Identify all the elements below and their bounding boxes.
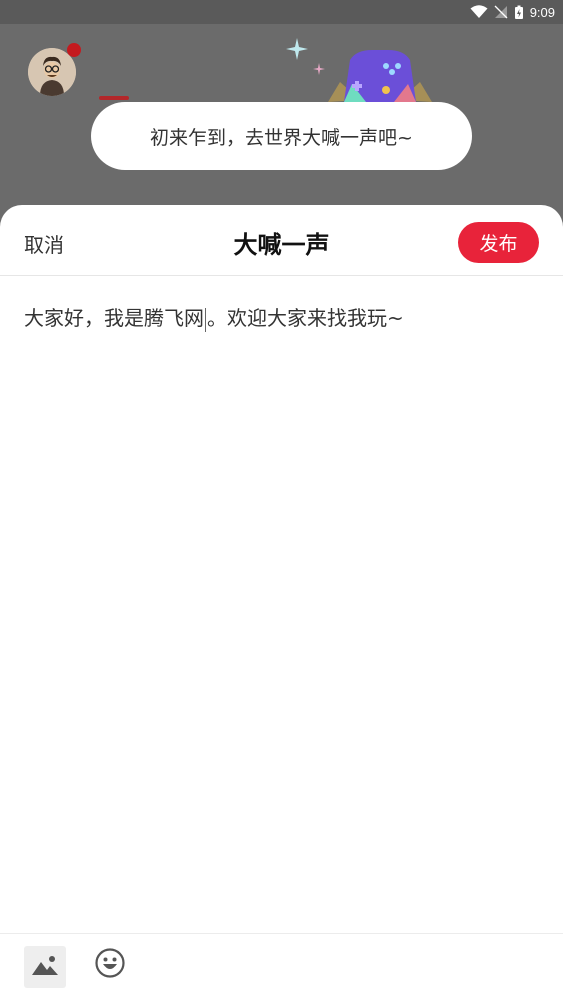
image-icon bbox=[31, 953, 59, 981]
hint-tooltip: 初来乍到，去世界大喊一声吧~ bbox=[91, 102, 472, 170]
notification-dot bbox=[67, 43, 81, 57]
content-text-after: 。欢迎大家来找我玩~ bbox=[207, 306, 404, 330]
wifi-icon bbox=[470, 5, 488, 19]
battery-charging-icon bbox=[514, 5, 524, 20]
no-signal-icon bbox=[494, 5, 508, 19]
post-content-input[interactable]: 大家好，我是腾飞网 。欢迎大家来找我玩~ bbox=[24, 303, 539, 333]
gamepad-icon bbox=[320, 42, 440, 110]
add-emoji-button[interactable] bbox=[93, 948, 127, 982]
status-icons: 9:09 bbox=[470, 0, 555, 24]
hint-tooltip-text: 初来乍到，去世界大喊一声吧~ bbox=[150, 126, 413, 149]
publish-button[interactable]: 发布 bbox=[458, 222, 539, 263]
status-bar: 9:09 bbox=[0, 0, 563, 24]
sheet-header: 取消 大喊一声 发布 bbox=[0, 205, 563, 276]
text-cursor bbox=[205, 307, 206, 332]
status-time: 9:09 bbox=[529, 4, 555, 20]
tab-indicator bbox=[99, 96, 129, 100]
sparkle-icon bbox=[286, 38, 308, 64]
compose-toolbar bbox=[0, 933, 563, 1001]
add-image-button[interactable] bbox=[24, 946, 66, 988]
post-sheet: 取消 大喊一声 发布 大家好，我是腾飞网 。欢迎大家来找我玩~ bbox=[0, 205, 563, 1001]
emoji-icon bbox=[94, 947, 126, 983]
content-text-before: 大家好，我是腾飞网 bbox=[24, 306, 204, 330]
